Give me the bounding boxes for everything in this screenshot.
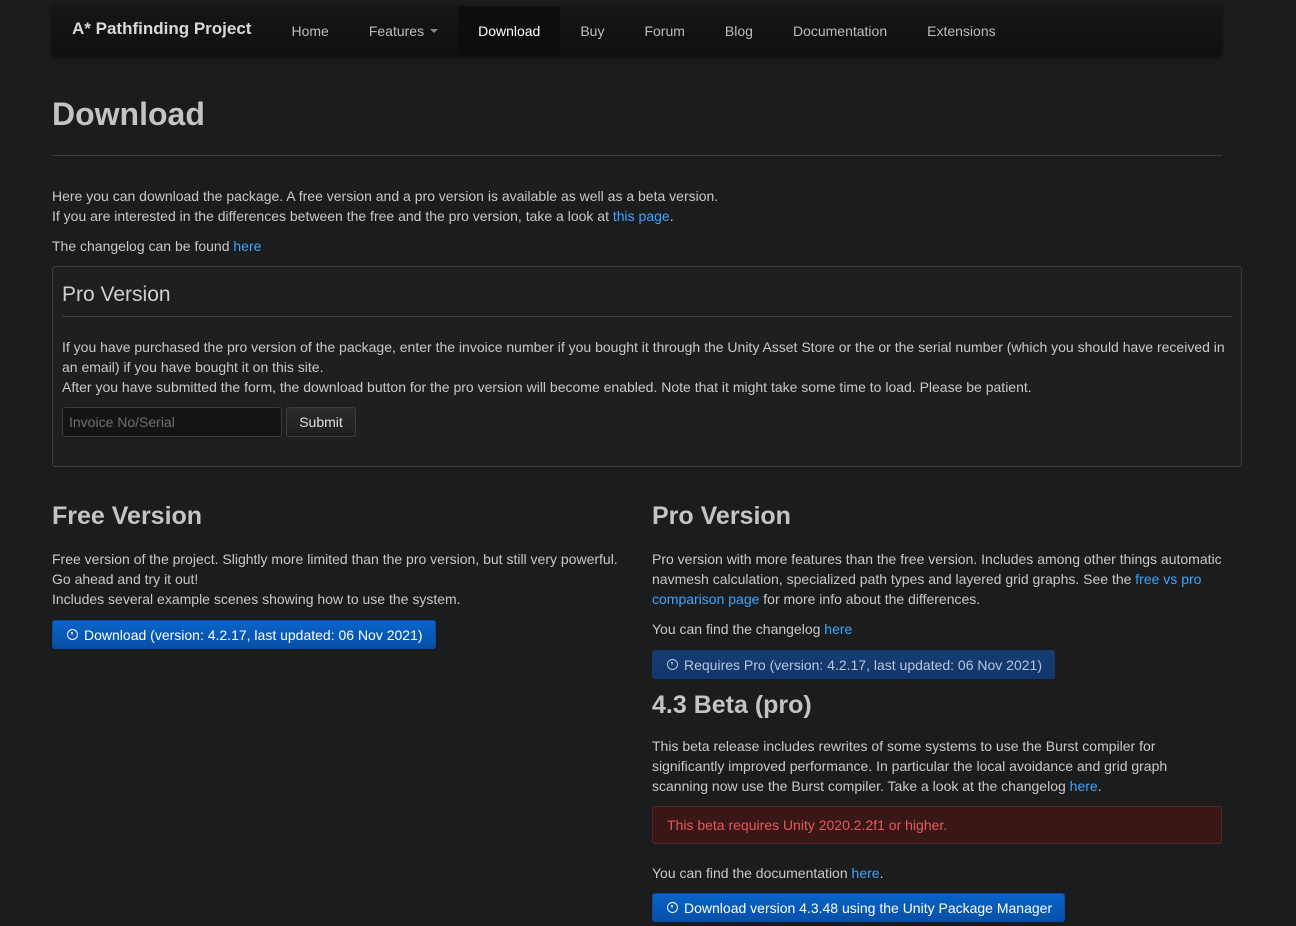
pro-version-section: Pro Version Pro version with more featur… — [652, 500, 1222, 922]
free-desc-3: Includes several example scenes showing … — [52, 591, 461, 607]
free-version-section: Free Version Free version of the project… — [52, 500, 622, 649]
pro-version-title: Pro Version — [652, 502, 791, 530]
pro-changelog-link[interactable]: here — [824, 621, 852, 637]
nav-documentation[interactable]: Documentation — [773, 6, 907, 56]
download-icon — [67, 629, 78, 640]
pro-panel-text-1: If you have purchased the pro version of… — [62, 339, 1225, 375]
pro-verification-panel: Pro Version If you have purchased the pr… — [52, 266, 1242, 467]
free-desc-2: Go ahead and try it out! — [52, 571, 199, 587]
free-desc-1: Free version of the project. Slightly mo… — [52, 551, 618, 567]
this-page-link[interactable]: this page — [613, 208, 670, 224]
nav-buy[interactable]: Buy — [560, 6, 624, 56]
intro-line-2: If you are interested in the differences… — [52, 206, 1222, 226]
beta-docs: You can find the documentation here. — [652, 863, 1222, 883]
beta-docs-text: You can find the documentation — [652, 865, 852, 881]
pro-panel-text-2: After you have submitted the form, the d… — [62, 379, 1032, 395]
pro-download-label: Requires Pro (version: 4.2.17, last upda… — [684, 656, 1042, 673]
intro-line-2-text: If you are interested in the differences… — [52, 208, 613, 224]
nav-home[interactable]: Home — [271, 6, 348, 56]
divider — [62, 316, 1232, 317]
beta-desc: This beta release includes rewrites of s… — [652, 736, 1222, 796]
pro-panel-title: Pro Version — [62, 283, 171, 306]
changelog-line: The changelog can be found here — [52, 236, 261, 256]
free-version-title: Free Version — [52, 502, 203, 530]
free-download-button[interactable]: Download (version: 4.2.17, last updated:… — [52, 620, 436, 649]
chevron-down-icon — [430, 29, 439, 33]
page-title: Download — [52, 96, 205, 132]
beta-docs-link[interactable]: here — [852, 865, 880, 881]
nav-features[interactable]: Features — [349, 6, 458, 56]
changelog-link[interactable]: here — [233, 238, 261, 254]
divider — [52, 155, 1222, 156]
intro-line-1: Here you can download the package. A fre… — [52, 188, 719, 204]
nav-forum[interactable]: Forum — [624, 6, 704, 56]
pro-desc: Pro version with more features than the … — [652, 549, 1222, 609]
beta-docs-end: . — [879, 865, 884, 881]
nav-blog[interactable]: Blog — [705, 6, 773, 56]
beta-changelog-link[interactable]: here — [1070, 778, 1098, 794]
intro-line-2-end: . — [669, 208, 674, 224]
changelog-text: The changelog can be found — [52, 238, 234, 254]
beta-download-label: Download version 4.3.48 using the Unity … — [684, 899, 1053, 916]
download-icon — [667, 902, 678, 913]
nav-extensions[interactable]: Extensions — [907, 6, 1015, 56]
beta-title: 4.3 Beta (pro) — [652, 691, 812, 719]
pro-desc-end: for more info about the differences. — [759, 591, 981, 607]
pro-changelog: You can find the changelog here — [652, 619, 1222, 639]
beta-download-button[interactable]: Download version 4.3.48 using the Unity … — [652, 893, 1066, 922]
pro-panel-text: If you have purchased the pro version of… — [62, 337, 1232, 397]
intro-text: Here you can download the package. A fre… — [52, 186, 1222, 226]
nav-features-label: Features — [368, 23, 425, 39]
download-icon — [667, 659, 678, 670]
brand-link[interactable]: A* Pathfinding Project — [52, 6, 271, 52]
beta-desc-end: . — [1097, 778, 1102, 794]
pro-download-button[interactable]: Requires Pro (version: 4.2.17, last upda… — [652, 650, 1055, 679]
free-download-label: Download (version: 4.2.17, last updated:… — [84, 626, 423, 643]
submit-button[interactable]: Submit — [286, 407, 356, 437]
invoice-serial-input[interactable] — [62, 407, 282, 437]
pro-changelog-text: You can find the changelog — [652, 621, 825, 637]
nav-download[interactable]: Download — [458, 6, 561, 56]
top-navbar: A* Pathfinding Project Home Features Dow… — [52, 6, 1222, 56]
beta-requirement-alert: This beta requires Unity 2020.2.2f1 or h… — [652, 806, 1222, 844]
